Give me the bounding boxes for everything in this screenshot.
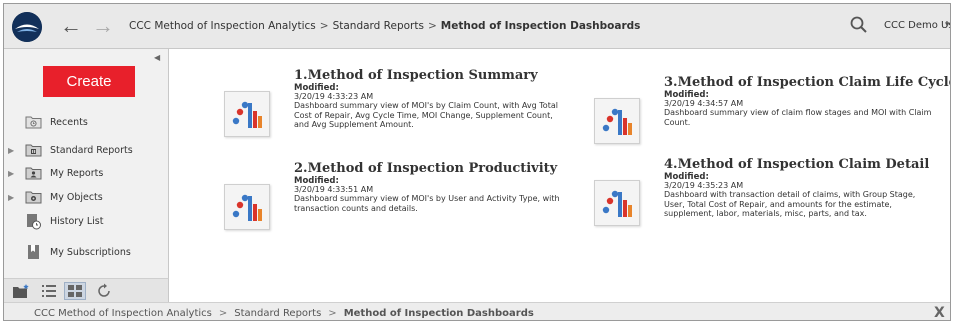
bottom-breadcrumb-item-standard-reports[interactable]: Standard Reports [234,308,321,319]
dashboard-card[interactable]: 2.Method of Inspection Productivity Modi… [224,161,564,264]
dashboard-card[interactable]: 4.Method of Inspection Claim Detail Modi… [594,157,934,260]
sidebar-item-history-list[interactable]: History List [4,211,167,233]
sidebar-item-my-subscriptions[interactable]: My Subscriptions [4,242,167,264]
refresh-icon[interactable] [96,283,112,299]
modified-date: 3/20/19 4:33:51 AM [294,185,374,194]
subscriptions-icon [25,244,42,259]
recents-folder-icon [25,114,42,129]
expand-arrow-icon[interactable]: ▶ [8,146,14,155]
app-window: ← → CCC Method of Inspection Analytics > S… [3,3,951,321]
list-view-icon[interactable] [41,283,57,299]
dashboard-title[interactable]: 4.Method of Inspection Claim Detail [664,157,929,172]
breadcrumb-separator: > [319,20,329,32]
new-folder-icon[interactable] [12,283,29,299]
sidebar-item-label: My Objects [50,192,103,203]
expand-arrow-icon[interactable]: ▶ [8,169,14,178]
sidebar-item-recents[interactable]: Recents [4,112,167,134]
app-logo[interactable] [12,12,42,42]
bottom-breadcrumb-item-analytics[interactable]: CCC Method of Inspection Analytics [34,308,212,319]
sidebar-item-label: My Reports [50,168,104,179]
sidebar-toolbar [4,278,169,302]
dashboard-description: Dashboard summary view of MOI's by Claim… [294,101,558,129]
dashboard-thumbnail-icon[interactable] [224,91,270,137]
grid-view-icon[interactable] [64,282,86,300]
user-menu[interactable]: CCC Demo User 1 [884,20,950,31]
bottom-breadcrumb-current: Method of Inspection Dashboards [343,308,534,319]
sidebar-item-standard-reports[interactable]: ▶ Standard Reports [4,140,167,162]
dashboard-title[interactable]: 2.Method of Inspection Productivity [294,161,557,176]
dashboard-title[interactable]: 1.Method of Inspection Summary [294,68,538,83]
collapse-sidebar-icon[interactable]: ◀ [154,53,160,62]
modified-date: 3/20/19 4:34:57 AM [664,99,744,108]
modified-date: 3/20/19 4:35:23 AM [664,181,744,190]
sidebar-item-label: History List [50,216,104,227]
bottom-breadcrumb-bar: CCC Method of Inspection Analytics > Stand… [4,302,950,320]
breadcrumb-separator: > [218,308,228,319]
breadcrumb-item-standard-reports[interactable]: Standard Reports [333,20,424,32]
dashboard-description: Dashboard summary view of claim flow sta… [664,108,932,127]
standard-reports-folder-icon [25,142,42,157]
create-button[interactable]: Create [43,66,135,97]
expand-arrow-icon[interactable]: ▶ [8,193,14,202]
breadcrumb: CCC Method of Inspection Analytics > Stand… [129,20,640,32]
modified-date: 3/20/19 4:33:23 AM [294,92,374,101]
my-reports-folder-icon [25,165,42,180]
dashboard-thumbnail-icon[interactable] [594,180,640,226]
top-bar: ← → CCC Method of Inspection Analytics > S… [4,4,950,49]
breadcrumb-separator: > [427,20,437,32]
dashboard-description: Dashboard with transaction detail of cla… [664,190,916,218]
sidebar-item-my-objects[interactable]: ▶ My Objects [4,187,167,209]
breadcrumb-current: Method of Inspection Dashboards [440,20,641,32]
dashboard-grid: 1.Method of Inspection Summary Modified:… [170,49,950,301]
sidebar-item-label: My Subscriptions [50,247,131,258]
dashboard-thumbnail-icon[interactable] [224,184,270,230]
breadcrumb-item-analytics[interactable]: CCC Method of Inspection Analytics [129,20,316,32]
dashboard-description: Dashboard summary view of MOI's by User … [294,194,560,213]
search-icon[interactable] [849,15,869,35]
bottom-breadcrumb: CCC Method of Inspection Analytics > Stand… [34,308,534,319]
forward-arrow-icon[interactable]: → [92,15,114,37]
dashboard-thumbnail-icon[interactable] [594,98,640,144]
chevron-down-icon[interactable]: ▾ [945,19,950,30]
breadcrumb-separator: > [328,308,337,319]
dashboard-card[interactable]: 1.Method of Inspection Summary Modified:… [224,68,564,171]
back-arrow-icon[interactable]: ← [60,15,82,37]
sidebar-item-label: Standard Reports [50,145,133,156]
dashboard-title[interactable]: 3.Method of Inspection Claim Life Cycle [664,75,950,90]
sidebar: ◀ Create Recents ▶ Standard Reports ▶ My… [4,49,169,278]
close-icon[interactable]: X [934,305,945,320]
history-list-icon [25,213,42,230]
sidebar-item-my-reports[interactable]: ▶ My Reports [4,163,167,185]
my-objects-folder-icon [25,189,42,204]
sidebar-item-label: Recents [50,117,88,128]
